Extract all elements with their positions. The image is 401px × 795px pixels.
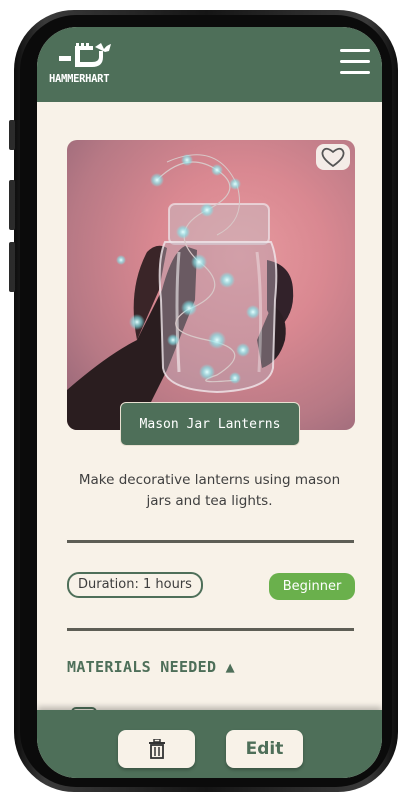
divider: [67, 628, 354, 631]
heart-outline-icon: [321, 147, 345, 167]
phone-side-button: [9, 120, 15, 150]
project-description: Make decorative lanterns using mason jar…: [78, 472, 341, 509]
menu-bar: [340, 71, 370, 74]
menu-bar: [340, 49, 370, 52]
duration-badge: Duration: 1 hours: [67, 572, 203, 598]
favorite-button[interactable]: [316, 144, 350, 170]
app-screen: HAMMERHART Mason Jar Lanterns Make decor…: [37, 27, 382, 778]
divider: [67, 540, 354, 543]
project-image: [67, 140, 355, 430]
brand-name: HAMMERHART: [49, 73, 110, 85]
hammer-hand-logo-icon: [59, 43, 111, 67]
phone-side-button: [9, 180, 15, 230]
edit-button[interactable]: Edit: [226, 730, 303, 768]
materials-toggle-heading[interactable]: MATERIALS NEEDED ▲: [67, 658, 235, 676]
delete-button[interactable]: [118, 730, 195, 768]
bottom-action-bar: Edit: [37, 710, 382, 778]
trash-icon: [148, 739, 165, 759]
difficulty-badge: Beginner: [269, 573, 355, 600]
menu-bar: [340, 60, 370, 63]
brand-logo[interactable]: HAMMERHART: [49, 43, 129, 87]
jar-lights-illustration: [67, 154, 294, 430]
hamburger-menu-button[interactable]: [340, 49, 370, 75]
app-header: HAMMERHART: [37, 27, 382, 102]
phone-side-button: [9, 242, 15, 292]
project-title: Mason Jar Lanterns: [120, 402, 300, 446]
